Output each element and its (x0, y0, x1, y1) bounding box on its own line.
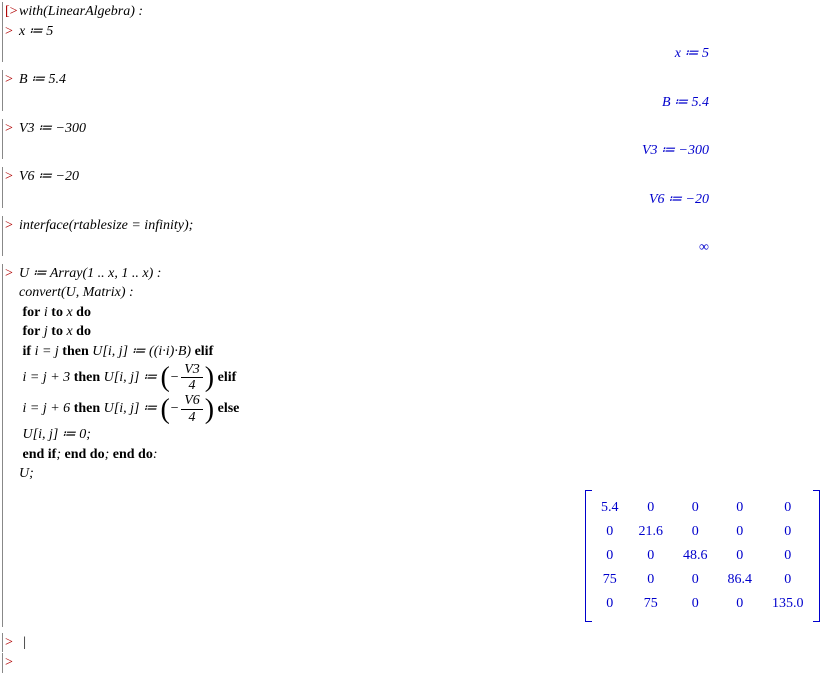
table-row: 750086.40 (591, 568, 814, 592)
input-line-fori[interactable]: for i to x do (5, 303, 827, 323)
output-v3: V3 ≔ −300 (5, 142, 827, 159)
table-row: 5.40000 (591, 496, 814, 520)
input-line-x[interactable]: > x ≔ 5 (5, 22, 827, 42)
input-line-withla[interactable]: [> with(LinearAlgebra) : (5, 2, 827, 22)
prompt-icon: > (5, 22, 19, 42)
output-v6: V6 ≔ −20 (5, 191, 827, 208)
input-line-usemi[interactable]: U; (5, 464, 827, 484)
input-text: i = j + 6 then U[i, j] ≔ (−V64) else (19, 393, 827, 425)
table-row: 021.6000 (591, 520, 814, 544)
output-inf: ∞ (5, 240, 827, 256)
cursor-icon: | (19, 633, 827, 653)
input-line-v6[interactable]: > V6 ≔ −20 (5, 167, 827, 187)
input-text: U ≔ Array(1 .. x, 1 .. x) : (19, 264, 827, 284)
input-text: x ≔ 5 (19, 22, 827, 42)
input-line-convert[interactable]: convert(U, Matrix) : (5, 283, 827, 303)
input-text: B ≔ 5.4 (19, 70, 827, 90)
input-text: i = j + 3 then U[i, j] ≔ (−V34) elif (19, 362, 827, 394)
output-x: x ≔ 5 (5, 45, 827, 62)
exec-group-5: > interface(rtablesize = infinity); ∞ (2, 216, 827, 256)
input-line-uzero[interactable]: U[i, j] ≔ 0; (5, 425, 827, 445)
input-line-cursor[interactable]: > | (5, 633, 827, 653)
left-bracket-icon (585, 490, 592, 622)
input-line-interface[interactable]: > interface(rtablesize = infinity); (5, 216, 827, 236)
input-text: V6 ≔ −20 (19, 167, 827, 187)
input-line-if1[interactable]: if i = j then U[i, j] ≔ ((i·i)·B) elif (5, 342, 827, 362)
matrix-table: 5.40000 021.6000 0048.600 750086.40 0750… (591, 496, 814, 616)
prompt-icon: > (5, 167, 19, 187)
exec-group-4: > V6 ≔ −20 V6 ≔ −20 (2, 167, 827, 208)
exec-group-2: > B ≔ 5.4 B ≔ 5.4 (2, 70, 827, 111)
input-line-ij3[interactable]: i = j + 3 then U[i, j] ≔ (−V34) elif (5, 362, 827, 394)
input-text: interface(rtablesize = infinity); (19, 216, 827, 236)
prompt-icon: > (5, 216, 19, 236)
input-line-b[interactable]: > B ≔ 5.4 (5, 70, 827, 90)
exec-group-7: > | (2, 633, 827, 653)
input-text: end if; end do; end do: (19, 445, 827, 465)
prompt-icon: [> (5, 2, 19, 22)
prompt-icon: > (5, 264, 19, 284)
output-b: B ≔ 5.4 (5, 94, 827, 111)
input-line-array[interactable]: > U ≔ Array(1 .. x, 1 .. x) : (5, 264, 827, 284)
prompt-icon: > (5, 119, 19, 139)
exec-group-3: > V3 ≔ −300 V3 ≔ −300 (2, 119, 827, 160)
prompt-icon: > (5, 70, 19, 90)
input-line-v3[interactable]: > V3 ≔ −300 (5, 119, 827, 139)
input-text: U[i, j] ≔ 0; (19, 425, 827, 445)
input-text: V3 ≔ −300 (19, 119, 827, 139)
input-line-ij6[interactable]: i = j + 6 then U[i, j] ≔ (−V64) else (5, 393, 827, 425)
input-line-empty[interactable]: > (5, 653, 827, 673)
input-text: U; (19, 464, 827, 484)
input-text: if i = j then U[i, j] ≔ ((i·i)·B) elif (19, 342, 827, 362)
exec-group-1: [> with(LinearAlgebra) : > x ≔ 5 x ≔ 5 (2, 2, 827, 62)
input-text: for j to x do (19, 322, 827, 342)
output-matrix: 5.40000 021.6000 0048.600 750086.40 0750… (5, 490, 827, 627)
input-text: for i to x do (19, 303, 827, 323)
input-line-forj[interactable]: for j to x do (5, 322, 827, 342)
table-row: 07500135.0 (591, 592, 814, 616)
input-text: with(LinearAlgebra) : (19, 2, 827, 22)
exec-group-8: > (2, 653, 827, 673)
prompt-icon: > (5, 633, 19, 653)
exec-group-6: > U ≔ Array(1 .. x, 1 .. x) : convert(U,… (2, 264, 827, 627)
prompt-icon: > (5, 653, 19, 673)
input-line-endifs[interactable]: end if; end do; end do: (5, 445, 827, 465)
right-bracket-icon (813, 490, 820, 622)
input-text: convert(U, Matrix) : (19, 283, 827, 303)
table-row: 0048.600 (591, 544, 814, 568)
